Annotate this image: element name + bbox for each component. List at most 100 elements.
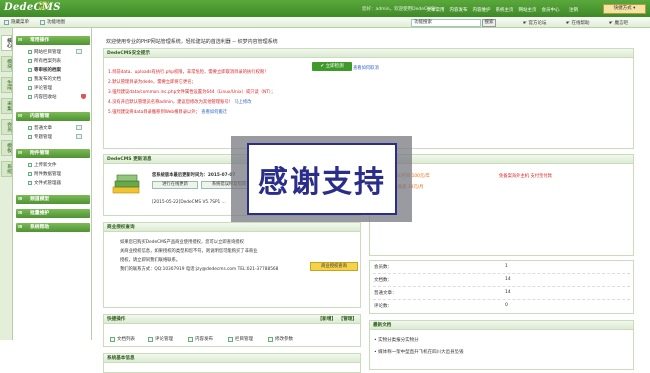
latest-doc-item[interactable]: • 实物分类报分实物分	[374, 337, 419, 343]
sub-bar: 隐藏菜单 功能地图	[0, 17, 650, 28]
left-tab-collect[interactable]: 采集	[1, 98, 12, 114]
security-line-2: 2.默认管理目录为dede，需要立即将它更名；	[108, 80, 196, 85]
quick-add-link[interactable]: 【新增】	[318, 315, 336, 324]
license-line-3: 授权，请立即同我们联络联系。	[120, 258, 181, 263]
security-line-5: 5.强烈建议将data目录搬移到Web根目录以外； 查看如何搬迁	[108, 110, 228, 115]
sidebar-item-comments[interactable]: 评论管理	[28, 85, 52, 91]
collapse-icon: ⊟	[18, 114, 23, 119]
thanks-box: 感谢支持	[247, 143, 397, 215]
left-tab-generate[interactable]: 生成	[1, 77, 12, 93]
comment-icon	[28, 86, 32, 90]
expand-icon: ⊞	[18, 211, 23, 216]
comment-icon	[148, 336, 153, 342]
check-now-button[interactable]: ✔ 立即检测	[312, 62, 352, 71]
modify-now-link[interactable]: 马上修改	[234, 100, 251, 105]
top-bar: DedeCMS DEV V5.7 您好：admin，欢迎使用DedeCMS！ 文…	[0, 0, 650, 17]
top-tab-publish[interactable]: 内容发布	[447, 4, 470, 17]
sysinfo-title: 系统基本信息	[104, 354, 360, 363]
add-article-button[interactable]	[76, 125, 82, 130]
stat-label: 文档数：	[374, 278, 392, 283]
latest-doc-item[interactable]: • 媒体称一架中型直升飞机在四川大邑县坠毁	[374, 349, 464, 355]
sidebar-item-pending[interactable]: 等审核的档案	[28, 67, 61, 73]
sidebar-item-my-docs[interactable]: 我发布的文档	[28, 76, 61, 82]
how-cancel-link[interactable]: 查看如何取消	[353, 65, 379, 71]
sidebar-section-common[interactable]: ⊟ 常用操作	[16, 36, 90, 45]
search-input[interactable]: 功能搜索	[411, 19, 481, 27]
greeting: 欢迎使用专业的PHP网站管理系统，轻松建站的首选利器 -- 织梦内容管理系统	[106, 39, 278, 45]
search-area: 功能搜索 搜索	[411, 19, 496, 27]
stat-label: 评论数：	[374, 304, 392, 309]
online-help-link[interactable]: ☛ 在线帮助	[566, 20, 589, 26]
function-map-link[interactable]: 功能地图	[40, 19, 65, 25]
quick-link-docs[interactable]: 文档列表	[110, 336, 135, 342]
quick-link-channels[interactable]: 栏目管理	[228, 336, 253, 342]
security-panel: DedeCMS安全提示 ✔ 立即检测 查看如何取消 1.目前data、uploa…	[103, 48, 634, 149]
sidebar-item-all-docs[interactable]: 所有档案列表	[28, 58, 61, 64]
quick-manage-link[interactable]: 【管理】	[339, 315, 357, 324]
top-tab-logout[interactable]: 注销	[562, 4, 585, 17]
sponsor-row-1-col-2[interactable]: 免备案海外主机 支付宝付款	[499, 173, 552, 179]
stat-value: 0	[505, 303, 508, 308]
search-button[interactable]: 搜索	[482, 19, 496, 27]
divider	[373, 286, 630, 287]
sidebar-section-batch[interactable]: ⊞ 批量维护	[16, 209, 90, 218]
topic-icon	[28, 135, 32, 139]
sidebar-item-attach-data[interactable]: 附件数据管理	[28, 171, 61, 177]
stat-value: 1	[505, 264, 508, 269]
left-tab-member[interactable]: 会员	[1, 119, 12, 135]
sidebar-section-help[interactable]: ⊞ 系统帮助	[16, 223, 90, 232]
sidebar-item-articles[interactable]: 普通文章	[28, 125, 52, 131]
shield-icon	[81, 94, 86, 99]
stats-panel: 会员数： 1 文档数： 14 普通文章： 14 评论数： 0	[369, 260, 634, 314]
security-line-4: 4.没有开启默认管理员名称admin，建议您修改为其他管理账号！ 马上修改	[108, 100, 252, 105]
license-query-button[interactable]: 商业授权查询	[310, 262, 358, 271]
quick-ops-title: 快捷操作 【新增】 【管理】	[104, 315, 360, 324]
update-log: [2015-05-22]DedeCMS V5.7SP1 ...	[152, 200, 226, 205]
top-tab-maintain[interactable]: 内容维护	[470, 4, 493, 17]
quick-link-publish[interactable]: 内容发布	[188, 336, 213, 342]
stat-value: 14	[505, 277, 511, 282]
version-badge: DEV V5.7	[39, 2, 50, 12]
collapse-icon: ⊟	[18, 38, 23, 43]
hide-menu-link[interactable]: 隐藏菜单	[4, 19, 29, 25]
add-channel-button[interactable]	[76, 49, 82, 54]
left-tab-system[interactable]: 系统	[1, 161, 12, 177]
quick-link-comments[interactable]: 评论管理	[148, 336, 173, 342]
online-update-button[interactable]: 进行在线更新	[152, 181, 198, 189]
quick-menu-button[interactable]: 快捷方式 ▾	[603, 4, 646, 14]
left-tab-template[interactable]: 模板	[1, 140, 12, 156]
official-forum-link[interactable]: ☛ 官方论坛	[523, 20, 546, 26]
top-tab-common[interactable]: 文章常用	[424, 4, 447, 17]
article-icon	[28, 126, 32, 130]
top-tab-member[interactable]: 会员中心	[539, 4, 562, 17]
sidebar-section-attachments[interactable]: ⊟ 附件管理	[16, 149, 90, 158]
license-line-1: 如果您已购买DedeCMS产品商业使用授权，您可以立即查询授权	[120, 240, 244, 245]
left-tab-core[interactable]: 核心	[1, 35, 12, 51]
top-tab-site-home[interactable]: 网站主页	[516, 4, 539, 17]
add-topic-button[interactable]	[76, 134, 82, 139]
sidebar-section-channel-model[interactable]: ⊞ 频道模型	[16, 195, 90, 204]
quick-link-params[interactable]: 修改参数	[268, 336, 293, 342]
license-title: 商业授权查询	[104, 223, 360, 232]
sidebar-item-upload[interactable]: 上传新文件	[28, 162, 57, 168]
sidebar-item-recycle[interactable]: 内容回收站	[28, 94, 57, 100]
hide-menu-icon	[4, 19, 9, 25]
security-line-1: 1.目前data、uploads有执行.php权限，非常危险，需要立即取消目录的…	[108, 70, 269, 75]
map-icon	[40, 19, 45, 25]
sidebar-item-channel[interactable]: 网站栏目管理	[28, 49, 61, 55]
latest-docs-panel: 最新文档 • 实物分类报分实物分 • 媒体称一架中型直升飞机在四川大邑县坠毁	[369, 320, 634, 370]
books-icon	[112, 174, 140, 194]
divider	[373, 299, 630, 300]
top-tab-system-home[interactable]: 系统主页	[493, 4, 516, 17]
update-last-time: 您系统版本最后更新时间为：2015-07-07	[152, 173, 236, 178]
sidebar-item-topics[interactable]: 专题管理	[28, 134, 52, 140]
left-tab-module[interactable]: 模块	[1, 56, 12, 72]
sidebar-section-content[interactable]: ⊟ 内容管理	[16, 112, 90, 121]
expand-icon: ⊞	[18, 225, 23, 230]
collapse-icon: ⊟	[18, 151, 23, 156]
magic-link[interactable]: ☛ 魔言吧	[609, 20, 628, 26]
list-icon	[28, 59, 32, 63]
publish-icon	[188, 336, 193, 342]
sidebar-item-file-manager[interactable]: 文件式管理器	[28, 180, 61, 186]
how-move-link[interactable]: 查看如何搬迁	[201, 110, 227, 115]
